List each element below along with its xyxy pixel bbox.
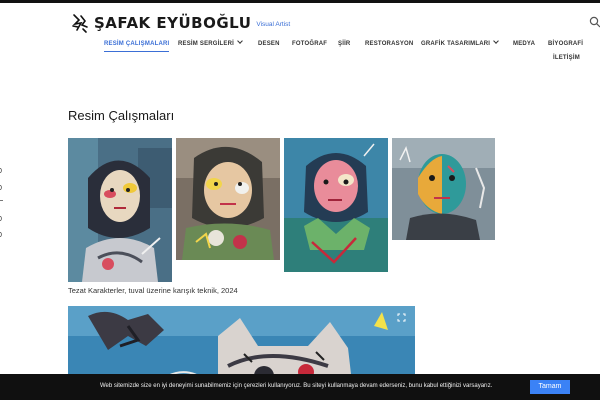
painting-image	[68, 138, 172, 282]
painting-thumbnail-3[interactable]	[284, 138, 388, 272]
nav-item-fotograf[interactable]: FOTOĞRAF	[292, 41, 327, 47]
signature-logo-icon	[72, 14, 88, 33]
painting-image	[284, 138, 388, 272]
painting-thumbnail-4[interactable]	[392, 138, 495, 240]
page-title: Resim Çalışmaları	[68, 108, 175, 123]
edge-mark: 0	[0, 185, 2, 192]
cookie-accept-button[interactable]: Tamam	[530, 380, 570, 394]
edge-mark: 0	[0, 216, 2, 223]
nav-item-iletisim[interactable]: İLETİŞİM	[553, 55, 580, 61]
cookie-message: Web sitemizde size en iyi deneyimi sunab…	[100, 383, 493, 389]
edge-mark: 0	[0, 168, 2, 175]
painting-thumbnail-2[interactable]	[176, 138, 280, 260]
nav-item-siir[interactable]: ŞİİR	[338, 41, 350, 47]
nav-item-restorasyon[interactable]: RESTORASYON	[365, 41, 413, 47]
painting-image	[392, 138, 495, 240]
site-header: ŞAFAK EYÜBOĞLU Visual Artist RESİM ÇALIŞ…	[0, 3, 600, 73]
nav-item-resim-sergileri[interactable]: RESİM SERGİLERİ	[178, 38, 243, 47]
gallery-caption: Tezat Karakterler, tuval üzerine karışık…	[68, 286, 238, 295]
cookie-consent-bar: Web sitemizde size en iyi deneyimi sunab…	[0, 374, 600, 400]
nav-item-medya[interactable]: MEDYA	[513, 41, 535, 47]
painting-thumbnail-1[interactable]	[68, 138, 172, 282]
site-logo[interactable]: ŞAFAK EYÜBOĞLU Visual Artist	[70, 12, 290, 34]
chevron-down-icon	[493, 38, 499, 44]
painting-image	[176, 138, 280, 260]
site-name: ŞAFAK EYÜBOĞLU	[94, 14, 252, 32]
nav-item-desen[interactable]: DESEN	[258, 41, 280, 47]
edge-mark: 0	[0, 232, 2, 239]
site-tagline: Visual Artist	[256, 20, 291, 28]
nav-item-resim-calismalari[interactable]: RESİM ÇALIŞMALARI	[104, 41, 170, 52]
expand-icon[interactable]	[397, 313, 406, 322]
main-navigation: RESİM ÇALIŞMALARI RESİM SERGİLERİ DESEN …	[0, 38, 600, 71]
nav-item-biyografi[interactable]: BİYOGRAFİ	[548, 41, 583, 47]
edge-tick	[0, 200, 3, 201]
nav-item-grafik-tasarimlari[interactable]: GRAFİK TASARIMLARI	[421, 38, 499, 47]
chevron-down-icon	[237, 38, 243, 44]
search-icon[interactable]	[589, 16, 600, 28]
